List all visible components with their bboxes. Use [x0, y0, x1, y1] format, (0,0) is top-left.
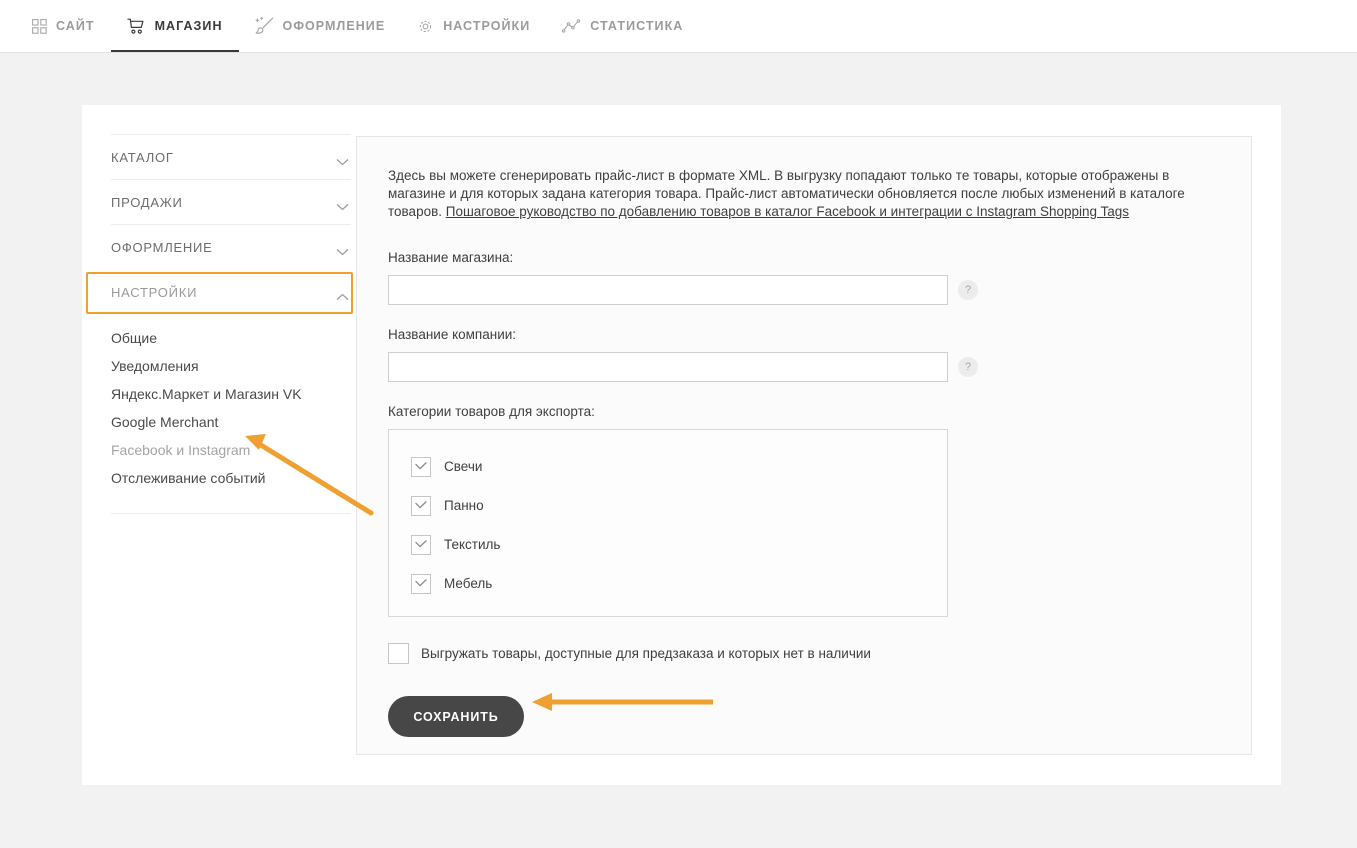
checkbox-checked-icon[interactable] [411, 456, 431, 477]
step-guide-link[interactable]: Пошаговое руководство по добавлению това… [446, 204, 1129, 219]
sidebar-group-label-sales: ПРОДАЖИ [111, 194, 183, 210]
sidebar-group-label-design: ОФОРМЛЕНИЕ [111, 239, 213, 255]
gear-icon [417, 18, 434, 35]
sidebar-group-sales[interactable]: ПРОДАЖИ [111, 179, 351, 224]
nav-item-settings[interactable]: НАСТРОЙКИ [401, 0, 546, 52]
shop-name-row: ? [388, 275, 1220, 305]
help-icon[interactable]: ? [958, 280, 978, 300]
category-label: Мебель [444, 576, 493, 591]
category-row[interactable]: Панно [411, 486, 947, 525]
category-row[interactable]: Текстиль [411, 525, 947, 564]
shop-name-label: Название магазина: [388, 250, 514, 265]
preorder-option-row[interactable]: Выгружать товары, доступные для предзака… [388, 643, 1220, 664]
cart-icon [126, 18, 146, 35]
chevron-down-icon [336, 153, 349, 166]
checkbox-checked-icon[interactable] [411, 534, 431, 555]
top-nav-list: САЙТ МАГАЗИН ОФОРМЛЕНИЕ НАСТРОЙКИ СТАТИС… [0, 0, 1357, 52]
sidebar-item-facebook-instagram[interactable]: Facebook и Instagram [111, 436, 351, 464]
category-row[interactable]: Мебель [411, 564, 947, 603]
nav-item-design[interactable]: ОФОРМЛЕНИЕ [239, 0, 402, 52]
sidebar-bottom-divider [111, 513, 351, 514]
nav-label-statistics: СТАТИСТИКА [590, 19, 684, 33]
category-label: Текстиль [444, 537, 501, 552]
preorder-option-label: Выгружать товары, доступные для предзака… [421, 646, 871, 661]
category-row[interactable]: Свечи [411, 447, 947, 486]
export-categories-label: Категории товаров для экспорта: [388, 404, 595, 419]
intro-paragraph: Здесь вы можете сгенерировать прайс-лист… [388, 167, 1220, 221]
nav-item-shop[interactable]: МАГАЗИН [110, 0, 239, 52]
category-label: Свечи [444, 459, 483, 474]
checkbox-checked-icon[interactable] [411, 495, 431, 516]
sidebar-item-notifications[interactable]: Уведомления [111, 352, 351, 380]
nav-item-statistics[interactable]: СТАТИСТИКА [546, 0, 699, 52]
export-categories-list: Свечи Панно Текстиль Мебель [388, 429, 948, 617]
category-label: Панно [444, 498, 484, 513]
top-navigation-bar: САЙТ МАГАЗИН ОФОРМЛЕНИЕ НАСТРОЙКИ СТАТИС… [0, 0, 1357, 53]
chevron-down-icon [336, 243, 349, 256]
checkbox-checked-icon[interactable] [411, 573, 431, 594]
chevron-down-icon [336, 198, 349, 211]
nav-label-settings: НАСТРОЙКИ [443, 19, 531, 33]
sidebar-settings-sublist: Общие Уведомления Яндекс.Маркет и Магази… [111, 314, 351, 492]
facebook-instagram-settings-panel: Здесь вы можете сгенерировать прайс-лист… [356, 136, 1252, 755]
save-button[interactable]: СОХРАНИТЬ [388, 696, 524, 737]
nav-item-site[interactable]: САЙТ [16, 0, 111, 52]
content-card: КАТАЛОГ ПРОДАЖИ ОФОРМЛЕНИЕ НАСТРОЙКИ Общ [82, 105, 1281, 785]
sidebar-group-settings[interactable]: НАСТРОЙКИ [111, 269, 351, 314]
settings-sidebar: КАТАЛОГ ПРОДАЖИ ОФОРМЛЕНИЕ НАСТРОЙКИ Общ [111, 134, 351, 514]
shop-name-input[interactable] [388, 275, 948, 305]
chevron-up-icon [336, 288, 349, 300]
help-icon[interactable]: ? [958, 357, 978, 377]
nav-label-site: САЙТ [56, 19, 95, 33]
sidebar-group-catalog[interactable]: КАТАЛОГ [111, 134, 351, 179]
chart-line-icon [562, 18, 581, 34]
magic-brush-icon [255, 17, 274, 35]
grid-icon [32, 18, 47, 34]
checkbox-unchecked-icon[interactable] [388, 643, 409, 664]
company-name-input[interactable] [388, 352, 948, 382]
company-name-row: ? [388, 352, 1220, 382]
sidebar-item-yandex-market-vk[interactable]: Яндекс.Маркет и Магазин VK [111, 380, 351, 408]
sidebar-group-label-settings: НАСТРОЙКИ [111, 284, 198, 300]
nav-label-design: ОФОРМЛЕНИЕ [282, 19, 386, 33]
nav-label-shop: МАГАЗИН [154, 19, 223, 33]
sidebar-group-label-catalog: КАТАЛОГ [111, 149, 174, 165]
sidebar-item-event-tracking[interactable]: Отслеживание событий [111, 464, 351, 492]
sidebar-group-design[interactable]: ОФОРМЛЕНИЕ [111, 224, 351, 269]
sidebar-item-general[interactable]: Общие [111, 324, 351, 352]
sidebar-item-google-merchant[interactable]: Google Merchant [111, 408, 351, 436]
company-name-label: Название компании: [388, 327, 517, 342]
